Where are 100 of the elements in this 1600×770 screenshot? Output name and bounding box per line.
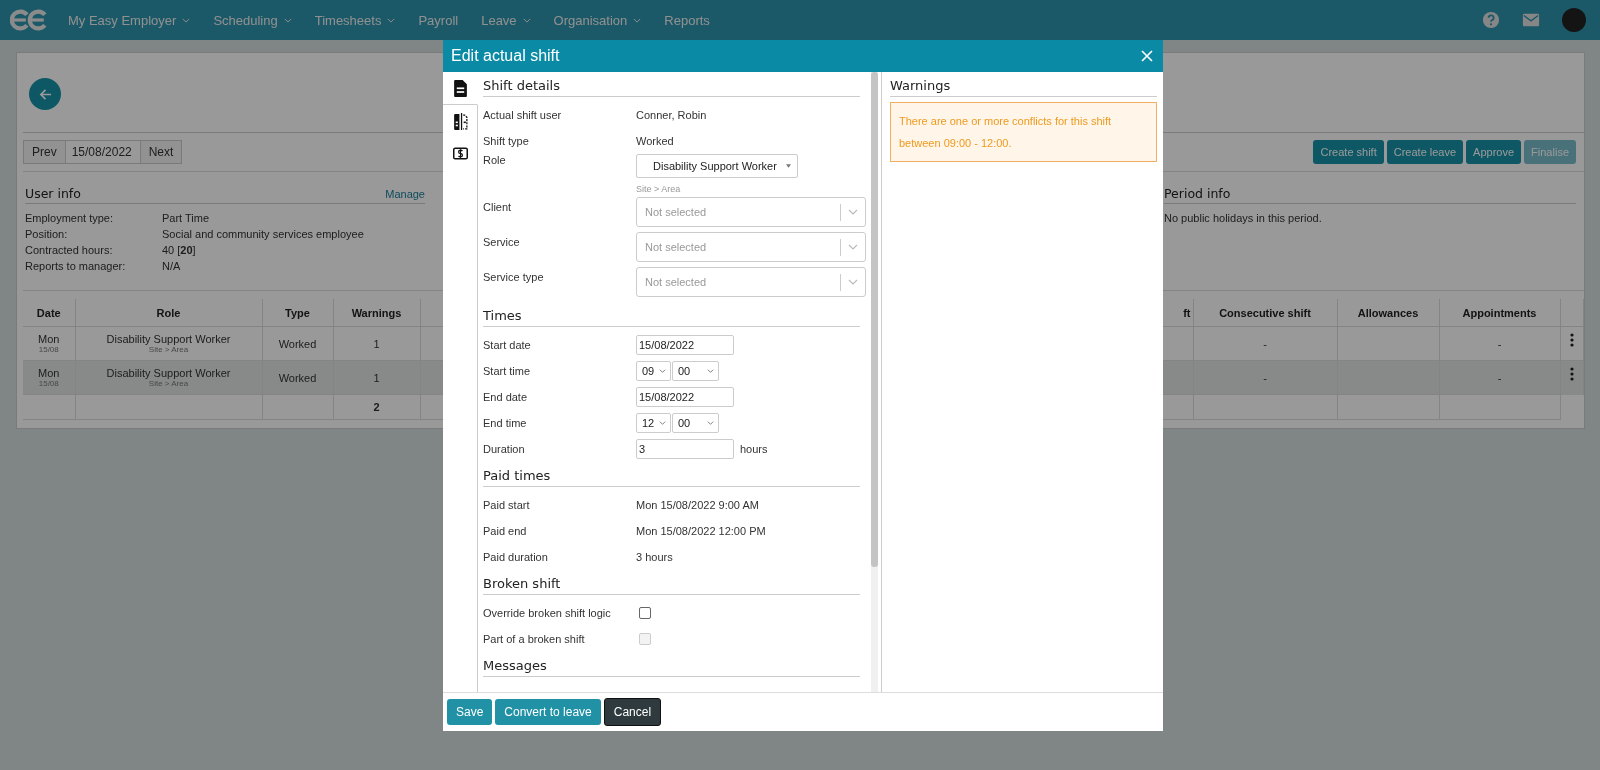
dialog-button[interactable]: Convert to leave — [495, 699, 601, 725]
role-name: Disability Support Worker — [105, 333, 232, 345]
section-heading: Shift details — [483, 72, 860, 97]
dropdown-field[interactable]: Not selected — [636, 197, 866, 227]
prev-button[interactable]: Prev — [23, 140, 66, 164]
logo-icon[interactable] — [10, 8, 48, 32]
field-label: Service type — [483, 270, 545, 283]
action-button[interactable]: Create leave — [1386, 140, 1464, 164]
field-label: Service — [483, 235, 521, 248]
scrollbar-thumb[interactable] — [871, 72, 878, 567]
nav-menu-item[interactable]: Reports — [664, 12, 710, 28]
field-label: Paid duration — [483, 551, 549, 563]
banknote-icon — [452, 144, 468, 162]
info-value: Social and community services employee — [162, 228, 365, 240]
field-label: Role — [483, 154, 507, 166]
field-label: Actual shift user — [483, 109, 563, 121]
section-heading: Paid times — [483, 462, 860, 487]
field-label: Shift type — [483, 135, 530, 147]
split-document-icon — [452, 112, 468, 130]
hour-select[interactable]: 12 — [636, 413, 671, 433]
chevron-down-icon — [848, 209, 858, 215]
document-icon — [452, 79, 468, 97]
role-select[interactable]: Disability Support Worker — [636, 154, 798, 178]
section-heading: Messages — [483, 652, 860, 677]
table-cell: Worked — [262, 360, 333, 395]
location-label: Site > Area — [147, 345, 190, 354]
arrow-left-icon — [38, 87, 52, 101]
role-name: Disability Support Worker — [105, 367, 232, 379]
field-label: Duration — [483, 443, 526, 455]
total-cell: 2 — [333, 394, 420, 420]
back-button[interactable] — [29, 78, 61, 110]
field-value: Conner, Robin — [636, 109, 707, 121]
column-header: Date — [23, 299, 75, 327]
day-label: Mon — [37, 367, 61, 379]
table-cell: - — [1439, 360, 1560, 395]
table-cell: - — [1193, 326, 1337, 361]
dropdown-field[interactable]: Not selected — [636, 232, 866, 262]
minute-select[interactable]: 00 — [672, 413, 719, 433]
field-label: Client — [483, 200, 513, 213]
table-cell: 1 — [333, 360, 420, 395]
text-input[interactable]: 15/08/2022 — [636, 387, 734, 407]
dialog-title: Edit actual shift — [451, 47, 560, 65]
dropdown-field[interactable]: Not selected — [636, 267, 866, 297]
dialog-button[interactable]: Cancel — [603, 698, 662, 726]
table-cell: - — [1439, 326, 1560, 361]
mail-icon[interactable] — [1522, 11, 1540, 29]
info-label: Contracted hours: — [25, 244, 114, 256]
nav-menu-item[interactable]: Payroll — [418, 12, 459, 28]
text-input[interactable]: 15/08/2022 — [636, 335, 734, 355]
field-value: Worked — [636, 135, 674, 147]
info-value: N/A — [162, 260, 182, 272]
info-value: 40 [20] — [162, 244, 197, 256]
column-header: Type — [262, 299, 333, 327]
field-value: Mon 15/08/2022 12:00 PM — [636, 525, 766, 537]
chevron-down-icon — [633, 17, 642, 23]
chevron-down-icon — [848, 279, 858, 285]
date-label: 15/08 — [37, 345, 60, 354]
date-field[interactable]: 15/08/2022 — [65, 140, 140, 164]
minute-select[interactable]: 00 — [672, 361, 719, 381]
field-label: End date — [483, 391, 529, 403]
chevron-down-icon — [283, 17, 292, 23]
nav-menu-item[interactable]: Organisation — [553, 12, 642, 28]
info-text: No public holidays in this period. — [1164, 212, 1323, 224]
field-label: Start date — [483, 339, 532, 351]
unit-label: hours — [740, 443, 768, 455]
manage-link[interactable]: Manage — [385, 188, 425, 200]
chevron-down-icon — [659, 369, 666, 373]
more-vertical-icon — [1569, 367, 1574, 381]
field-label: Start time — [483, 365, 532, 377]
action-button[interactable]: Create shift — [1313, 140, 1384, 164]
action-button[interactable]: Approve — [1466, 140, 1522, 164]
chevron-down-icon — [522, 17, 531, 23]
section-heading: Broken shift — [483, 570, 860, 595]
nav-menu-item[interactable]: Timesheets — [314, 12, 396, 28]
info-label: Reports to manager: — [25, 260, 127, 272]
close-button[interactable] — [1141, 50, 1153, 62]
scrollbar[interactable] — [871, 72, 878, 692]
text-input[interactable]: 3 — [636, 439, 734, 459]
nav-menu-item[interactable]: Scheduling — [213, 12, 292, 28]
section-title: User info — [25, 186, 81, 201]
chevron-down-icon — [848, 244, 858, 250]
column-header: Role — [75, 299, 262, 327]
table-cell: - — [1193, 360, 1337, 395]
help-icon[interactable] — [1482, 11, 1500, 29]
next-button[interactable]: Next — [139, 140, 183, 164]
more-vertical-icon — [1569, 333, 1574, 347]
dialog-button[interactable]: Save — [447, 699, 493, 725]
chevron-down-icon — [707, 421, 714, 425]
hour-select[interactable]: 09 — [636, 361, 671, 381]
nav-menu-item[interactable]: Leave — [481, 12, 531, 28]
chevron-down-icon — [707, 369, 714, 373]
caret-down-icon — [786, 164, 791, 168]
column-header: Appointments — [1439, 299, 1560, 327]
column-header: Warnings — [333, 299, 420, 327]
chevron-down-icon — [182, 17, 191, 23]
nav-menu-item[interactable]: My Easy Employer — [68, 12, 191, 28]
chevron-down-icon — [659, 421, 666, 425]
user-avatar[interactable] — [1562, 8, 1586, 32]
checkbox[interactable] — [639, 607, 651, 619]
close-icon — [1141, 50, 1153, 62]
